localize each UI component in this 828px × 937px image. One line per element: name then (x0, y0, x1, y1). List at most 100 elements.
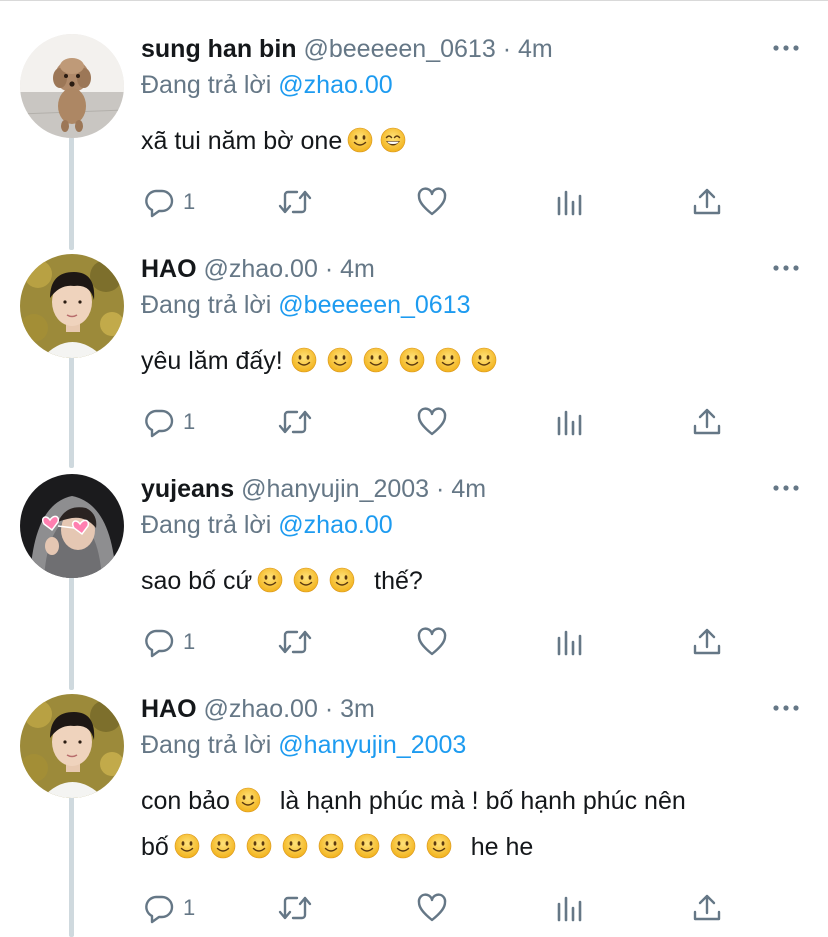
tweet-header: yujeans @hanyujin_2003 · 4m (141, 474, 486, 504)
more-dots-icon[interactable] (772, 478, 800, 498)
timestamp[interactable]: 4m (340, 255, 375, 283)
tweet-text-part: con bảo (141, 787, 230, 815)
like-button[interactable] (416, 892, 448, 924)
slight-smile-emoji (426, 833, 452, 859)
share-button[interactable] (691, 406, 723, 438)
reply-button[interactable]: 1 (143, 892, 195, 924)
avatar[interactable] (20, 254, 124, 358)
slight-smile-emoji (363, 347, 389, 373)
retweet-button[interactable] (277, 186, 313, 218)
timestamp[interactable]: 4m (518, 35, 553, 63)
more-dots-icon[interactable] (772, 38, 800, 58)
username[interactable]: @zhao.00 (204, 255, 318, 283)
slight-smile-emoji (174, 833, 200, 859)
tweet-text-part: sao bố cứ (141, 567, 253, 595)
reply-button[interactable]: 1 (143, 626, 195, 658)
tweet-header: HAO @zhao.00 · 4m (141, 254, 375, 284)
like-button[interactable] (416, 626, 448, 658)
heart-icon (417, 187, 447, 216)
tweet-text-part: xã tui năm bờ one (141, 127, 343, 155)
replying-to-handle[interactable]: @beeeeen_0613 (278, 291, 470, 319)
replying-to-handle[interactable]: @zhao.00 (278, 71, 392, 99)
slight-smile-emoji (291, 347, 317, 373)
share-button[interactable] (691, 892, 723, 924)
comment-icon (145, 895, 174, 924)
slight-smile-emoji (235, 787, 261, 813)
share-button[interactable] (691, 186, 723, 218)
avatar[interactable] (20, 34, 124, 138)
analytics-button[interactable] (555, 626, 585, 658)
replying-to-label: Đang trả lời (141, 291, 272, 319)
like-button[interactable] (416, 406, 448, 438)
tweet-text: con bảo là hạnh phúc mà ! bố hạnh phúc n… (141, 778, 801, 870)
tweet[interactable]: HAO @zhao.00 · 4m Đang trả lời @beeeeen_… (0, 254, 828, 454)
tweet-actions: 1 (141, 406, 741, 438)
reply-button[interactable]: 1 (143, 186, 195, 218)
replying-to: Đang trả lời @beeeeen_0613 (141, 290, 471, 320)
tweet-text: xã tui năm bờ one (141, 118, 801, 164)
share-button[interactable] (691, 626, 723, 658)
retweet-icon (278, 630, 312, 654)
analytics-icon (557, 190, 582, 216)
slight-smile-emoji (282, 833, 308, 859)
analytics-icon (557, 896, 582, 922)
slight-smile-emoji (327, 347, 353, 373)
slight-smile-emoji (257, 567, 283, 593)
reply-count: 1 (183, 629, 196, 654)
slight-smile-emoji (293, 567, 319, 593)
slight-smile-emoji (318, 833, 344, 859)
display-name[interactable]: sung han bin (141, 35, 297, 63)
tweet-text: yêu lăm đấy! (141, 338, 801, 384)
avatar[interactable] (20, 694, 124, 798)
analytics-button[interactable] (555, 186, 585, 218)
tweet-text-part: yêu lăm đấy! (141, 347, 283, 375)
replying-to-handle[interactable]: @hanyujin_2003 (278, 731, 466, 759)
tweet[interactable]: sung han bin @beeeeen_0613 · 4m Đang trả… (0, 34, 828, 234)
analytics-icon (557, 630, 582, 656)
timestamp[interactable]: 3m (340, 695, 375, 723)
replying-to: Đang trả lời @zhao.00 (141, 510, 393, 540)
display-name[interactable]: HAO (141, 695, 197, 723)
retweet-button[interactable] (277, 892, 313, 924)
separator-dot: · (502, 35, 512, 63)
comment-icon (145, 189, 174, 218)
timestamp[interactable]: 4m (451, 475, 486, 503)
reply-count: 1 (183, 409, 196, 434)
replying-to-label: Đang trả lời (141, 731, 272, 759)
comment-icon (145, 629, 174, 658)
more-dots-icon[interactable] (772, 258, 800, 278)
slight-smile-emoji (399, 347, 425, 373)
retweet-icon (278, 190, 312, 214)
display-name[interactable]: yujeans (141, 475, 234, 503)
tweet[interactable]: HAO @zhao.00 · 3m Đang trả lời @hanyujin… (0, 694, 828, 937)
retweet-button[interactable] (277, 406, 313, 438)
tweet-actions: 1 (141, 626, 741, 658)
analytics-icon (557, 410, 582, 436)
like-button[interactable] (416, 186, 448, 218)
analytics-button[interactable] (555, 406, 585, 438)
heart-icon (417, 893, 447, 922)
analytics-button[interactable] (555, 892, 585, 924)
replying-to-handle[interactable]: @zhao.00 (278, 511, 392, 539)
tweet-header: sung han bin @beeeeen_0613 · 4m (141, 34, 553, 64)
reply-button[interactable]: 1 (143, 406, 195, 438)
more-dots-icon[interactable] (772, 698, 800, 718)
username[interactable]: @hanyujin_2003 (241, 475, 429, 503)
slight-smile-emoji (329, 567, 355, 593)
username[interactable]: @beeeeen_0613 (304, 35, 496, 63)
tweet-text: sao bố cứ thế? (141, 558, 801, 604)
slight-smile-emoji (471, 347, 497, 373)
share-icon (693, 894, 721, 921)
replying-to-label: Đang trả lời (141, 511, 272, 539)
tweet-header: HAO @zhao.00 · 3m (141, 694, 375, 724)
username[interactable]: @zhao.00 (204, 695, 318, 723)
share-icon (693, 628, 721, 655)
tweet[interactable]: yujeans @hanyujin_2003 · 4m Đang trả lời… (0, 474, 828, 674)
retweet-button[interactable] (277, 626, 313, 658)
retweet-icon (278, 896, 312, 920)
slight-smile-emoji (435, 347, 461, 373)
reply-count: 1 (183, 189, 196, 214)
display-name[interactable]: HAO (141, 255, 197, 283)
avatar[interactable] (20, 474, 124, 578)
heart-icon (417, 627, 447, 656)
